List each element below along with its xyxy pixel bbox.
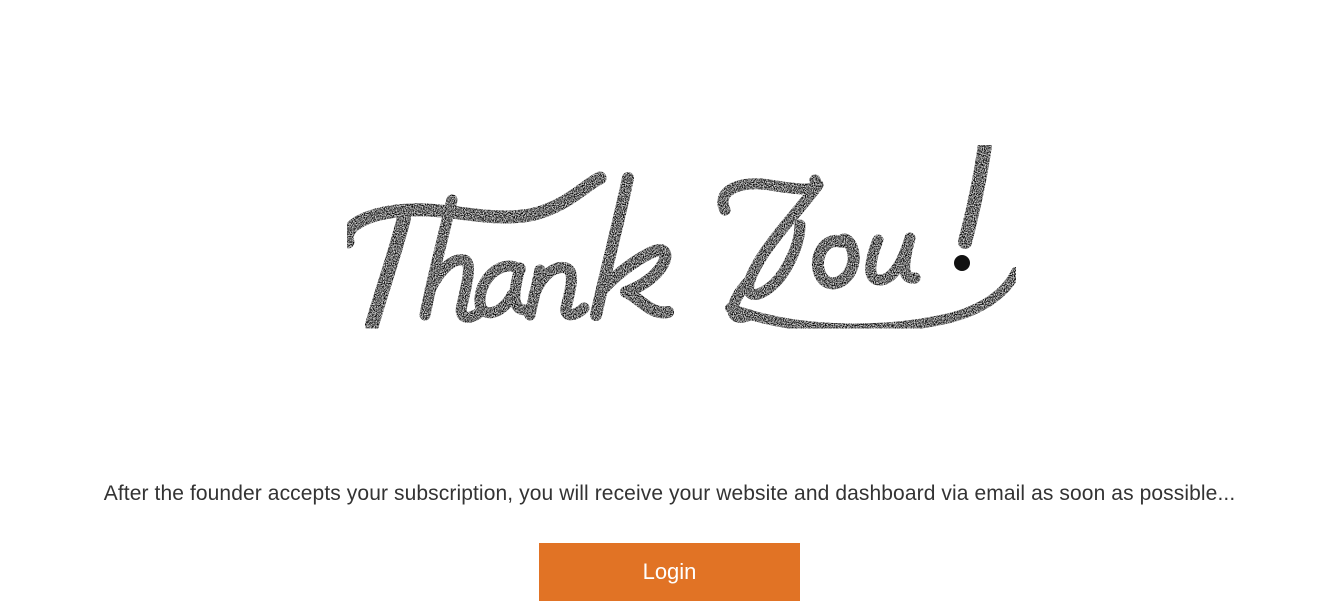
y-stroke [717, 174, 824, 323]
thank-you-lettering-svg [340, 138, 1021, 334]
n-stroke [524, 262, 590, 321]
o-stroke [812, 233, 860, 290]
exclamation-dot-circle [954, 255, 970, 271]
thank-you-lettering-image [330, 130, 1030, 345]
a-stroke [474, 260, 532, 319]
confirmation-message: After the founder accepts your subscript… [103, 482, 1236, 505]
u-stroke [865, 232, 921, 286]
login-button[interactable]: Login [539, 543, 800, 601]
exclamation-stroke [958, 138, 992, 249]
t-crossbar-stroke [340, 171, 607, 249]
k-stroke [590, 172, 674, 321]
t-stem-stroke [365, 211, 411, 332]
exclamation-dot [954, 255, 970, 271]
